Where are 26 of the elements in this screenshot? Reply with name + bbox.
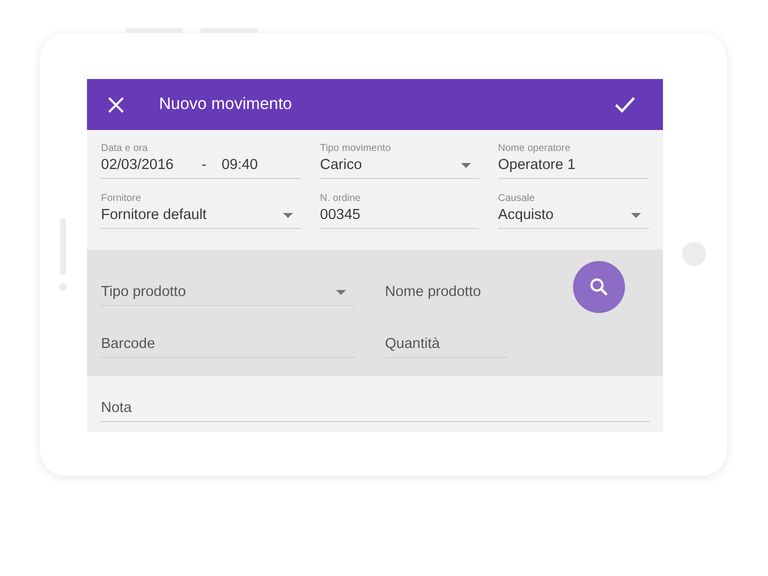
text-field[interactable]: 00345 <box>320 205 479 229</box>
close-icon[interactable] <box>108 96 124 112</box>
screen-title: Nuovo movimento <box>159 95 293 114</box>
field-label: Causale <box>498 193 536 205</box>
field-label: Nome operatore <box>498 143 572 155</box>
dropdown[interactable]: Tipo prodotto <box>101 282 354 306</box>
dropdown[interactable]: Fornitore default <box>101 205 301 229</box>
search-icon <box>589 277 609 297</box>
caret-icon <box>283 212 293 218</box>
dropdown[interactable]: Acquisto <box>498 205 649 229</box>
date-time-field[interactable]: 02/03/2016 - 09:40 <box>101 155 301 179</box>
search-field[interactable]: Nome prodotto <box>385 282 508 305</box>
text-field[interactable]: Operatore 1 <box>498 155 649 179</box>
input-field[interactable]: Quantità <box>385 334 508 358</box>
caret-icon <box>461 162 471 168</box>
caret-icon <box>336 290 346 294</box>
field-label: Fornitore <box>101 193 142 205</box>
field-label: Data e ora <box>101 143 149 155</box>
dropdown[interactable]: Carico <box>320 155 479 179</box>
caret-icon <box>631 212 641 218</box>
check-icon[interactable] <box>614 96 636 113</box>
field-label: Tipo movimento <box>320 143 392 155</box>
search-button[interactable] <box>573 261 625 313</box>
input-field[interactable]: Barcode <box>101 334 356 358</box>
note-field[interactable]: Nota <box>101 398 650 422</box>
field-label: N. ordine <box>320 193 362 205</box>
